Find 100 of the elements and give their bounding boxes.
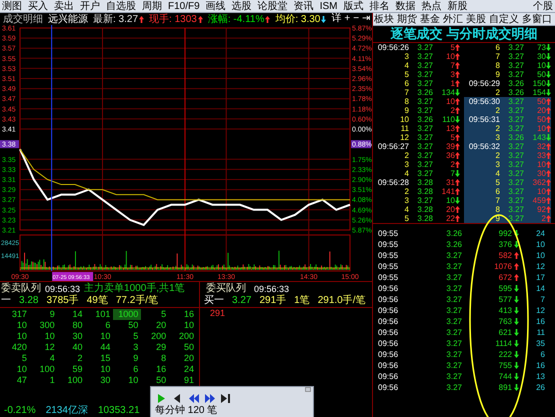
tick-volume: 92 — [536, 205, 546, 214]
tick-volume: 10 — [445, 196, 455, 205]
order-cell-text: 16 — [182, 309, 195, 320]
tick-seq: 09:56:29 — [468, 79, 500, 88]
toolbar-button[interactable]: 多窗口 — [522, 14, 552, 24]
tick-volume: 30 — [536, 52, 546, 61]
toolbar-button[interactable]: 个股 — [532, 0, 554, 12]
tick-row[interactable]: 3 3.26 143 — [464, 133, 551, 142]
tick-row[interactable]: 4 3.27 30 — [464, 169, 551, 178]
toolbar-button[interactable]: 自定义 — [489, 14, 519, 24]
order-cell-text: 100 — [66, 375, 84, 386]
tick-row[interactable]: 09:56:32 3.27 32 — [464, 142, 551, 151]
tick-seq: 3 — [404, 196, 409, 205]
tick-price: 3.26 — [416, 115, 433, 124]
toolbar-button[interactable]: 期货 — [397, 14, 417, 24]
order-cell-text: 10 — [44, 331, 56, 342]
tick-volume: 141 — [440, 187, 455, 196]
tick-row[interactable]: 2 3.27 33 — [464, 151, 551, 160]
minute-time: 09:56 — [378, 305, 400, 316]
step-back-icon[interactable] — [173, 394, 183, 404]
minute-count: 7 — [540, 294, 545, 305]
tick-price: 3.27 — [507, 97, 524, 106]
tick-row[interactable]: 7 3.27 459 — [464, 196, 551, 205]
toolbar-button[interactable]: 版式 — [342, 0, 364, 12]
toolbar-button[interactable]: 选股 — [230, 0, 253, 12]
fast-forward-icon[interactable] — [205, 394, 215, 404]
tick-row[interactable]: 09:56:30 3.27 50 — [464, 97, 551, 106]
tick-price: 3.27 — [507, 124, 524, 133]
tick-price: 3.28 — [416, 205, 433, 214]
quote-level-label: 一 — [1, 295, 11, 307]
tick-volume: 10 — [536, 61, 546, 70]
tick-price: 3.27 — [416, 196, 433, 205]
toolbar-button[interactable]: F10/F9 — [167, 0, 201, 12]
tick-seq: 12 — [399, 133, 409, 142]
toolbar-button[interactable]: 测图 — [1, 0, 23, 12]
tick-row[interactable]: 5 3.27 362 — [464, 178, 551, 187]
toolbar-button[interactable]: 周期 — [141, 0, 163, 12]
tick-price: 3.27 — [507, 61, 524, 70]
minute-price: 3.27 — [445, 272, 462, 283]
tick-seq: 3 — [494, 133, 500, 142]
order-cell-text: 300 — [38, 320, 56, 331]
chart-control-button[interactable]: ⇥ — [362, 14, 370, 24]
order-cell-text: 50 — [155, 375, 168, 386]
quote-field: 最新: 3.27 — [93, 14, 138, 24]
toolbar-button[interactable]: 基金 — [420, 14, 440, 24]
minute-time: 09:56 — [378, 316, 400, 327]
order-cell-text: 10 — [99, 364, 112, 375]
toolbar-button[interactable]: 自选股 — [105, 0, 137, 12]
minute-price: 3.27 — [445, 250, 462, 261]
tick-seq: 7 — [494, 52, 500, 61]
chart-control-button[interactable]: + — [344, 14, 350, 24]
tick-price: 3.27 — [416, 79, 433, 88]
tick-row[interactable]: 6 3.27 10 — [464, 187, 551, 196]
tick-row[interactable]: 3 3.27 10 — [464, 160, 551, 169]
tick-seq: 2 — [494, 88, 500, 97]
order-cell-text: 30 — [99, 375, 112, 386]
tick-row[interactable]: 09:56:31 3.27 50 — [464, 115, 551, 124]
index-value: 10353.21 — [98, 404, 140, 416]
tick-volume: 31 — [445, 178, 455, 187]
order-cell-text: 50 — [127, 320, 140, 331]
tick-row[interactable]: 2 3.27 10 — [464, 124, 551, 133]
tick-volume: 143 — [532, 133, 546, 142]
toolbar-button[interactable]: 数据 — [394, 0, 416, 12]
tick-volume: 150 — [532, 79, 546, 88]
toolbar-button[interactable]: 板块 — [374, 14, 394, 24]
tick-seq: 09:56:30 — [468, 97, 500, 106]
toolbar-button[interactable]: ISM — [318, 0, 338, 12]
toolbar-button[interactable]: 热点 — [420, 0, 442, 12]
tick-price: 3.27 — [507, 43, 524, 52]
toolbar-button[interactable]: 新股 — [446, 0, 468, 12]
tick-volume: 362 — [532, 178, 546, 187]
minute-volume: 992 — [498, 228, 512, 239]
order-cell-text: 30 — [72, 331, 84, 342]
order-cell-text: 3 — [132, 342, 140, 353]
toolbar-button[interactable]: 买入 — [27, 0, 49, 12]
toolbar-button[interactable]: 美股 — [466, 14, 486, 24]
chart-control-button[interactable]: − — [353, 14, 360, 24]
toolbar-button[interactable]: 资讯 — [292, 0, 315, 12]
toolbar-button[interactable]: 卖出 — [53, 0, 75, 12]
minute-time: 09:56 — [378, 371, 400, 382]
toolbar-button[interactable]: 开户 — [79, 0, 101, 12]
rewind-icon[interactable] — [189, 394, 199, 404]
minute-volume: 763 — [498, 316, 512, 327]
minute-count: 35 — [535, 338, 545, 349]
chart-control-button[interactable]: 详 — [331, 14, 342, 24]
tick-volume: 50 — [536, 97, 546, 106]
skip-end-icon[interactable] — [221, 394, 231, 404]
tick-row[interactable]: 8 3.27 92 — [464, 205, 551, 214]
minute-price: 3.27 — [445, 360, 462, 371]
toolbar-button[interactable]: 排名 — [368, 0, 390, 12]
toolbar-button[interactable]: 论股堂 — [256, 0, 289, 12]
tick-seq: 4 — [494, 169, 500, 178]
queue-time: 09:56:33 — [45, 282, 80, 294]
order-cell-text: 4 — [48, 353, 56, 364]
tick-seq: 8 — [494, 205, 500, 214]
toolbar-button[interactable]: 画线 — [204, 0, 227, 12]
tick-row[interactable]: 2 3.27 20 — [464, 106, 551, 115]
order-cell-text: 12 — [44, 342, 56, 353]
toolbar-button[interactable]: 外汇 — [443, 14, 463, 24]
order-cell-text: 20 — [182, 353, 195, 364]
